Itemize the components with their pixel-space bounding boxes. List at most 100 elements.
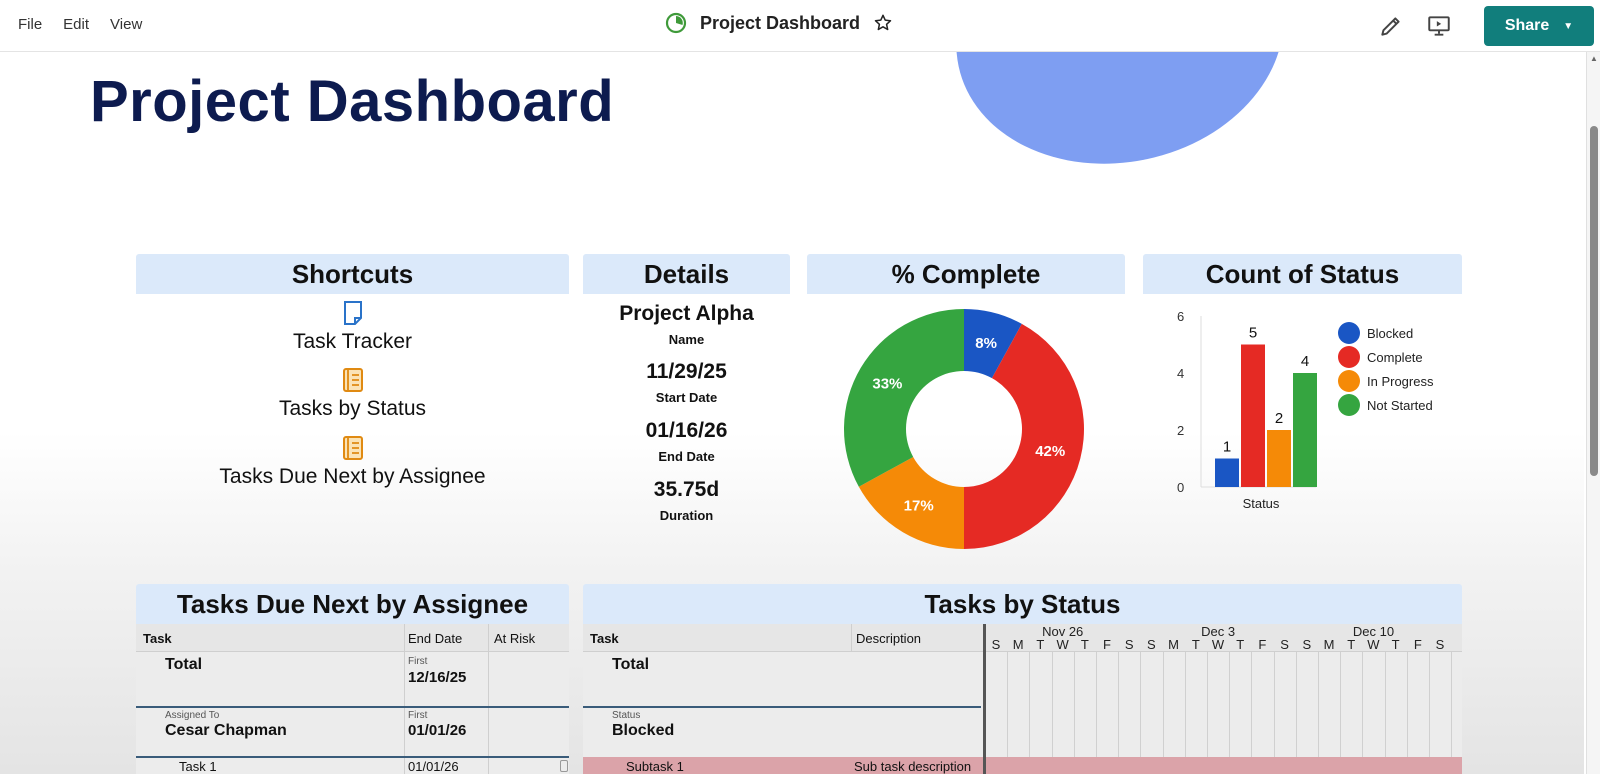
legend-label: Blocked bbox=[1367, 326, 1413, 341]
gantt-day-label: S bbox=[991, 637, 1001, 652]
y-tick-label: 2 bbox=[1177, 423, 1184, 438]
gantt-day-label: F bbox=[1413, 637, 1422, 652]
shortcuts-header: Shortcuts bbox=[136, 254, 569, 294]
detail-start-date: 11/29/25 Start Date bbox=[583, 360, 790, 405]
column-divider bbox=[404, 624, 405, 774]
detail-value: 35.75d bbox=[653, 478, 720, 501]
star-icon[interactable] bbox=[873, 13, 893, 33]
pie-slice-label: 42% bbox=[1035, 443, 1065, 460]
shortcuts-widget: Task Tracker Tasks by Status Tasks Due N… bbox=[136, 294, 569, 554]
gantt-day-label: M bbox=[1168, 637, 1180, 652]
share-button[interactable]: Share ▼ bbox=[1484, 6, 1594, 46]
column-divider bbox=[851, 624, 852, 652]
document-title-area: Project Dashboard bbox=[665, 12, 893, 34]
gantt-day-gridline bbox=[1318, 652, 1319, 757]
shortcut-task-tracker[interactable]: Task Tracker bbox=[136, 300, 569, 354]
share-label: Share bbox=[1504, 17, 1550, 34]
task-description: Sub task description bbox=[854, 759, 972, 774]
gantt-day-gridline bbox=[1429, 652, 1430, 757]
legend-swatch bbox=[1338, 370, 1360, 392]
col-at-risk[interactable]: At Risk bbox=[494, 631, 535, 646]
total-end-value: 12/16/25 bbox=[408, 669, 467, 686]
decorative-shape bbox=[931, 52, 1309, 194]
shortcut-label: Tasks by Status bbox=[278, 397, 427, 420]
gantt-timeline: Nov 26 Dec 3 Dec 10 S M T W T F S S M T W T F S S M T W T F S bbox=[985, 624, 1462, 757]
scrollbar-track[interactable]: ▲ bbox=[1586, 52, 1600, 774]
group-status-name: Blocked bbox=[612, 722, 675, 739]
shortcut-tasks-by-status[interactable]: Tasks by Status bbox=[136, 367, 569, 421]
menu-file[interactable]: File bbox=[18, 16, 42, 33]
gantt-day-label: T bbox=[1036, 637, 1045, 652]
task-name: Subtask 1 bbox=[626, 759, 684, 774]
legend-swatch bbox=[1338, 346, 1360, 368]
bar-chart: 0 2 4 6 1 5 2 4 Status Blocked Complete In Progress… bbox=[1177, 309, 1434, 511]
y-tick-label: 4 bbox=[1177, 366, 1184, 381]
details-header: Details bbox=[583, 254, 790, 294]
legend-swatch bbox=[1338, 322, 1360, 344]
gantt-day-label: W bbox=[1056, 637, 1069, 652]
percent-complete-header: % Complete bbox=[807, 254, 1125, 294]
detail-value: Project Alpha bbox=[619, 302, 754, 325]
gantt-day-gridline bbox=[1007, 652, 1009, 757]
row-divider bbox=[136, 756, 569, 758]
legend-label: Not Started bbox=[1367, 398, 1433, 413]
group-caption: Status bbox=[612, 710, 641, 721]
detail-duration: 35.75d Duration bbox=[583, 478, 790, 523]
detail-end-date: 01/16/26 End Date bbox=[583, 419, 790, 464]
status-table-header: Task Description bbox=[583, 624, 986, 652]
task-end-date: 01/01/26 bbox=[408, 759, 459, 774]
details-widget: Project Alpha Name 11/29/25 Start Date 0… bbox=[583, 294, 790, 554]
gantt-grid: Nov 26 Dec 3 Dec 10 S M T W T F S S M T W T F S S M T W T F S bbox=[985, 624, 1462, 757]
gantt-day-label: T bbox=[1191, 637, 1200, 652]
document-title: Project Dashboard bbox=[700, 12, 861, 33]
top-bar: File Edit View Project Dashboard Share ▼ bbox=[0, 0, 1600, 52]
gantt-day-label: W bbox=[1211, 637, 1225, 652]
shortcut-tasks-due-next[interactable]: Tasks Due Next by Assignee bbox=[136, 435, 569, 489]
edit-pencil-icon[interactable] bbox=[1378, 13, 1404, 39]
bar-in-progress bbox=[1267, 430, 1291, 487]
at-risk-checkbox[interactable] bbox=[560, 760, 568, 772]
present-icon[interactable] bbox=[1426, 13, 1452, 39]
sheet-icon bbox=[343, 301, 362, 325]
report-icon bbox=[342, 436, 363, 460]
col-description[interactable]: Description bbox=[856, 631, 921, 646]
gantt-splitter[interactable] bbox=[983, 624, 986, 774]
gantt-day-gridline bbox=[1384, 652, 1386, 757]
table-row[interactable]: Subtask 1 Sub task description bbox=[583, 757, 1462, 774]
table-row[interactable]: Task 1 01/01/26 bbox=[136, 759, 569, 774]
menu-view[interactable]: View bbox=[110, 16, 142, 33]
menu-edit[interactable]: Edit bbox=[63, 16, 89, 33]
gantt-day-gridline bbox=[1029, 652, 1031, 757]
dashboard-icon bbox=[665, 12, 687, 34]
gantt-day-gridline bbox=[1295, 652, 1297, 757]
bar-value-label: 2 bbox=[1275, 410, 1283, 427]
gantt-day-label: M bbox=[1012, 637, 1024, 652]
gantt-day-gridline bbox=[1096, 652, 1097, 757]
gantt-day-gridline bbox=[1140, 652, 1142, 757]
scroll-up-icon[interactable]: ▲ bbox=[1590, 54, 1598, 63]
legend-label: Complete bbox=[1367, 350, 1423, 365]
col-task[interactable]: Task bbox=[590, 631, 619, 646]
task-name: Task 1 bbox=[179, 759, 217, 774]
bar-value-label: 5 bbox=[1249, 325, 1257, 342]
gantt-day-gridline bbox=[1362, 652, 1364, 757]
gantt-day-gridline bbox=[1073, 652, 1075, 757]
col-task[interactable]: Task bbox=[143, 631, 172, 646]
gantt-day-gridline bbox=[1051, 652, 1053, 757]
gantt-day-label: T bbox=[1080, 637, 1089, 652]
detail-label: Duration bbox=[659, 508, 714, 523]
detail-label: Start Date bbox=[655, 390, 718, 405]
gantt-day-gridline bbox=[1251, 652, 1253, 757]
gantt-day-label: S bbox=[1280, 637, 1289, 652]
assignee-table-header: Task End Date At Risk bbox=[136, 624, 569, 652]
shortcut-label: Task Tracker bbox=[292, 330, 413, 353]
legend-label: In Progress bbox=[1367, 374, 1434, 389]
scrollbar-thumb[interactable] bbox=[1590, 126, 1598, 476]
x-axis-label: Status bbox=[1243, 496, 1280, 511]
gantt-day-gridline bbox=[1207, 652, 1208, 757]
gantt-day-label: W bbox=[1367, 637, 1380, 652]
assignee-report-header: Tasks Due Next by Assignee bbox=[136, 584, 569, 624]
total-label: Total bbox=[165, 656, 203, 673]
col-end-date[interactable]: End Date bbox=[408, 631, 462, 646]
count-of-status-header: Count of Status bbox=[1143, 254, 1462, 294]
